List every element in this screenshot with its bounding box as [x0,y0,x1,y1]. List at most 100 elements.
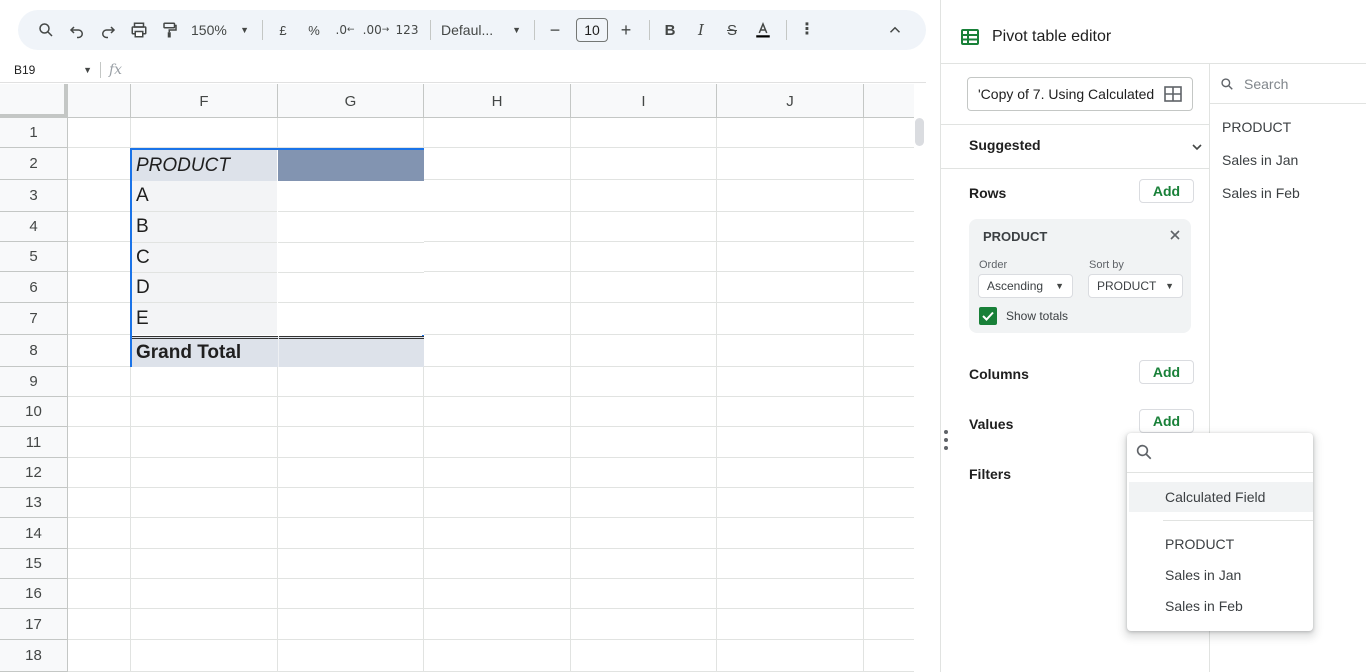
grid-line [68,608,914,609]
name-box[interactable]: B19 ▼ [0,57,100,83]
row-header[interactable]: 16 [0,579,68,609]
pivot-row-item[interactable]: E [132,303,277,335]
toolbar-divider [534,20,535,40]
pivot-row-item[interactable]: C [132,243,277,273]
format-currency-button[interactable]: £ [269,16,297,44]
zoom-select[interactable]: 150% ▼ [187,16,253,44]
hide-menus-button[interactable] [881,16,909,44]
plus-icon: + [620,19,632,40]
pivot-row-item[interactable]: B [132,212,277,243]
grid-select-icon[interactable] [1164,86,1182,102]
pivot-row-value[interactable] [278,212,424,243]
text-color-button[interactable] [749,16,777,44]
column-header-f[interactable]: F [131,84,278,118]
field-item-product[interactable]: PRODUCT [1222,119,1291,135]
italic-button[interactable]: I [687,16,715,44]
pivot-row-value[interactable] [278,303,424,335]
suggested-label[interactable]: Suggested [969,137,1041,153]
grid-line [68,487,914,488]
show-totals-checkbox[interactable] [979,307,997,325]
column-header-g[interactable]: G [278,84,424,118]
add-column-button[interactable]: Add [1139,360,1194,384]
filters-label: Filters [969,466,1012,482]
close-icon[interactable] [1169,229,1181,241]
table-icon [961,29,979,45]
order-select[interactable]: Ascending ▼ [978,274,1073,298]
increase-decimal-button[interactable]: .00 → [362,16,390,44]
dropdown-option-sales-jan[interactable]: Sales in Jan [1165,567,1241,583]
caret-down-icon: ▼ [240,25,249,35]
pivot-row-item[interactable]: A [132,181,277,212]
row-header[interactable]: 11 [0,427,68,458]
pivot-row-value[interactable] [278,243,424,273]
add-value-button[interactable]: Add [1139,409,1194,433]
row-header[interactable]: 14 [0,518,68,549]
dropdown-search[interactable] [1127,433,1313,473]
decrease-font-size-button[interactable]: − [541,16,569,44]
row-header[interactable]: 2 [0,148,68,180]
field-item-sales-feb[interactable]: Sales in Feb [1222,185,1300,201]
row-header[interactable]: 4 [0,212,68,242]
row-header[interactable]: 3 [0,180,68,212]
more-formats-button[interactable]: 123 [393,16,421,44]
calculated-field-option[interactable]: Calculated Field [1129,482,1313,512]
italic-icon: I [698,21,704,39]
dropdown-option-sales-feb[interactable]: Sales in Feb [1165,598,1243,614]
row-header[interactable]: 5 [0,242,68,272]
strikethrough-button[interactable]: S [718,16,746,44]
increase-font-size-button[interactable]: + [612,16,640,44]
row-header[interactable]: 1 [0,118,68,148]
bold-button[interactable]: B [656,16,684,44]
column-header-hidden[interactable] [68,84,131,118]
row-header[interactable]: 10 [0,397,68,427]
column-header-j[interactable]: J [717,84,864,118]
pivot-table[interactable]: PRODUCT A B C D E Grand Total [130,148,424,367]
paint-format-button[interactable] [156,16,184,44]
row-header[interactable]: 8 [0,335,68,367]
row-header[interactable]: 9 [0,367,68,397]
column-header-i[interactable]: I [571,84,717,118]
grid-line [68,457,914,458]
search-icon [1136,444,1152,460]
chevron-down-icon[interactable] [1191,142,1203,152]
panel-header: Pivot table editor [941,0,1366,64]
format-percent-button[interactable]: % [300,16,328,44]
search-menus-button[interactable] [32,16,60,44]
select-all-corner[interactable] [0,84,68,118]
row-header[interactable]: 12 [0,458,68,488]
values-field-dropdown: Calculated Field PRODUCT Sales in Jan Sa… [1127,433,1313,631]
row-header[interactable]: 18 [0,640,68,672]
row-header[interactable]: 6 [0,272,68,303]
pivot-header-empty[interactable] [278,150,424,181]
column-header-h[interactable]: H [424,84,571,118]
font-size-value: 10 [584,22,600,38]
cells-area[interactable]: PRODUCT A B C D E Grand Total [68,118,914,672]
pivot-row-value[interactable] [278,181,424,212]
row-header[interactable]: 15 [0,549,68,579]
row-header[interactable]: 13 [0,488,68,518]
redo-button[interactable] [94,16,122,44]
vertical-scrollbar[interactable] [915,118,924,146]
pivot-row-item[interactable]: D [132,273,277,303]
decrease-decimal-button[interactable]: .0 ← [331,16,359,44]
undo-button[interactable] [63,16,91,44]
field-item-sales-jan[interactable]: Sales in Jan [1222,152,1298,168]
drag-handle-icon[interactable] [943,429,949,451]
show-totals-label[interactable]: Show totals [1006,309,1068,323]
spreadsheet-grid[interactable]: F G H I J 1 2 3 4 5 6 7 8 9 10 11 12 13 14 15 16 17 18 PR… [0,84,914,672]
row-header[interactable]: 17 [0,609,68,640]
font-select[interactable]: Defaul... ▼ [437,16,525,44]
add-row-button[interactable]: Add [1139,179,1194,203]
row-header[interactable]: 7 [0,303,68,335]
caret-down-icon: ▼ [1055,281,1064,291]
dropdown-option-product[interactable]: PRODUCT [1165,536,1234,552]
pivot-row-value[interactable] [278,273,424,303]
field-search-input[interactable] [1244,75,1354,92]
column-header-k[interactable] [864,84,914,118]
more-options-button[interactable]: ⋮ [793,16,821,44]
sort-by-select[interactable]: PRODUCT ▼ [1088,274,1183,298]
pivot-header-product[interactable]: PRODUCT [132,150,277,181]
font-size-input[interactable]: 10 [576,18,608,42]
print-button[interactable] [125,16,153,44]
data-range-field[interactable]: 'Copy of 7. Using Calculated Fields'!A1:… [967,77,1193,111]
